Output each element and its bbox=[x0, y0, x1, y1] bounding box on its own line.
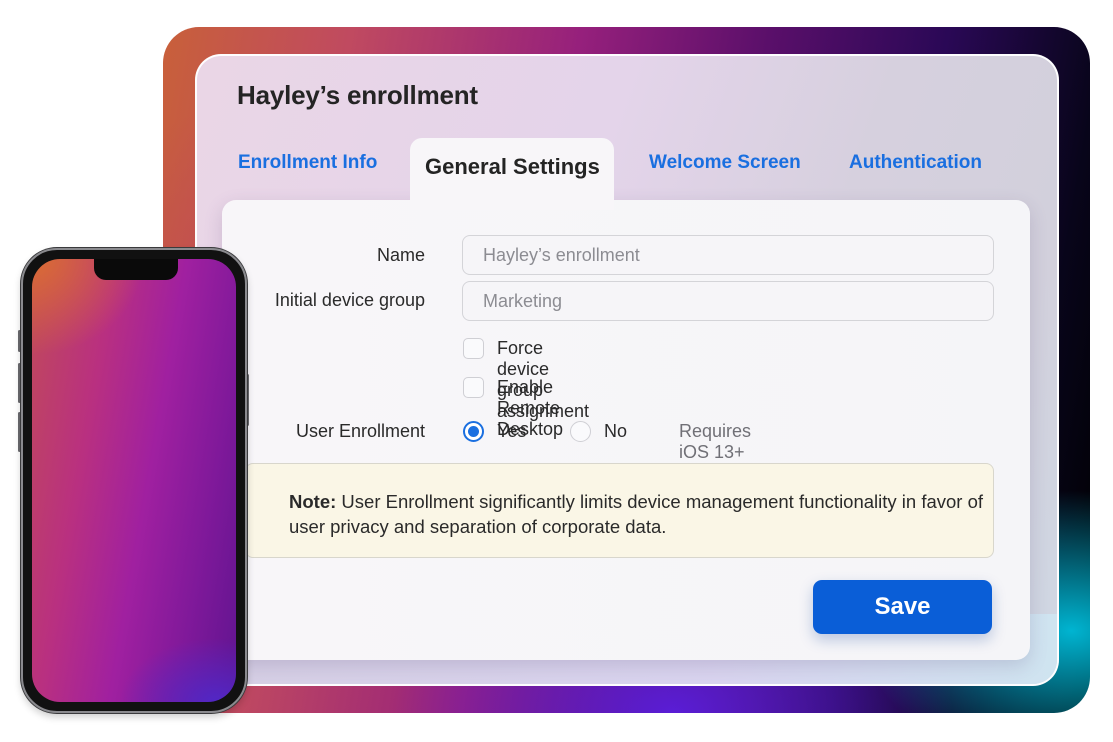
iphone-device bbox=[21, 248, 247, 713]
phone-screen bbox=[32, 259, 236, 702]
name-label: Name bbox=[376, 245, 425, 265]
device-group-input[interactable]: Marketing bbox=[462, 281, 994, 321]
save-button[interactable]: Save bbox=[813, 580, 992, 634]
phone-notch bbox=[94, 259, 178, 280]
user-enrollment-yes-label[interactable]: Yes bbox=[497, 421, 526, 442]
force-assignment-checkbox[interactable] bbox=[463, 338, 484, 359]
user-enrollment-no-label[interactable]: No bbox=[604, 421, 627, 442]
tab-general-settings[interactable]: General Settings bbox=[410, 138, 614, 210]
user-enrollment-label: User Enrollment bbox=[295, 421, 425, 441]
tab-enrollment-info[interactable]: Enrollment Info bbox=[238, 152, 377, 174]
note-text: User Enrollment significantly limits dev… bbox=[289, 491, 984, 537]
user-enrollment-yes-radio[interactable] bbox=[463, 421, 484, 442]
note-box: Note: User Enrollment significantly limi… bbox=[245, 463, 994, 558]
page-title: Hayley’s enrollment bbox=[237, 80, 478, 110]
device-group-label: Initial device group bbox=[274, 290, 425, 310]
user-enrollment-no-radio[interactable] bbox=[570, 421, 591, 442]
tab-authentication[interactable]: Authentication bbox=[849, 152, 982, 174]
name-input[interactable]: Hayley’s enrollment bbox=[462, 235, 994, 275]
note-prefix: Note: bbox=[289, 491, 337, 512]
tab-welcome-screen[interactable]: Welcome Screen bbox=[649, 152, 801, 174]
remote-desktop-checkbox[interactable] bbox=[463, 377, 484, 398]
